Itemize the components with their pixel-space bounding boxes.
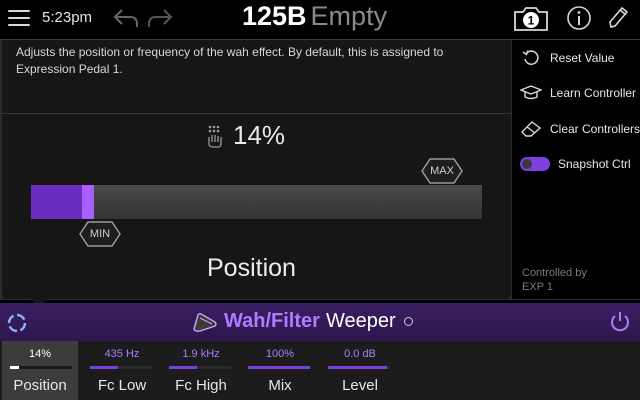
clear-controllers-label: Clear Controllers <box>550 122 640 136</box>
clock: 5:23pm <box>42 9 93 26</box>
min-marker[interactable]: MIN <box>79 221 121 247</box>
undo-icon[interactable] <box>112 6 140 30</box>
learn-controller-icon <box>520 82 542 104</box>
model-bar: Wah/Filter Weeper <box>0 303 640 341</box>
cycle-icon[interactable] <box>5 311 29 335</box>
redo-icon[interactable] <box>146 6 174 30</box>
value-readout: 14% <box>207 120 285 151</box>
preset-id: 125B <box>242 1 307 31</box>
learn-controller-button[interactable]: Learn Controller <box>520 82 636 104</box>
parameter-strip: 14% Position 435 Hz Fc Low 1.9 kHz Fc Hi… <box>0 341 640 400</box>
model-title[interactable]: Wah/Filter Weeper <box>192 310 413 333</box>
param-mix[interactable]: 100% Mix <box>240 341 320 400</box>
reset-value-button[interactable]: Reset Value <box>520 47 614 69</box>
param-bar <box>10 366 72 369</box>
param-fc-low[interactable]: 435 Hz Fc Low <box>82 341 162 400</box>
max-label: MAX <box>430 165 454 177</box>
param-name: Fc High <box>175 377 227 394</box>
controlled-by-info: Controlled by EXP 1 <box>522 266 632 294</box>
max-marker[interactable]: MAX <box>421 158 463 184</box>
toggle-switch[interactable] <box>520 157 550 171</box>
param-name: Position <box>13 377 67 394</box>
param-level[interactable]: 0.0 dB Level <box>320 341 400 400</box>
param-value: 435 Hz <box>104 348 140 360</box>
divider <box>2 113 511 114</box>
preset-name: Empty <box>310 1 388 31</box>
param-bar-fill <box>248 366 310 369</box>
param-name: Level <box>342 377 378 394</box>
snapshot-icon[interactable]: 1 <box>512 5 550 33</box>
eraser-icon <box>520 118 542 140</box>
slider-fill <box>31 185 82 219</box>
preset-title[interactable]: 125B Empty <box>242 1 387 32</box>
param-value: 14% <box>28 348 52 360</box>
model-name: Weeper <box>325 310 396 332</box>
power-icon[interactable] <box>608 310 632 334</box>
param-value: 100% <box>265 348 295 360</box>
model-category: Wah/Filter <box>224 310 320 332</box>
info-icon[interactable] <box>566 5 592 31</box>
parameter-detail: Adjusts the position or frequency of the… <box>2 40 511 299</box>
param-bar-fill <box>169 366 197 369</box>
reset-icon <box>520 47 542 69</box>
param-bar <box>90 366 152 369</box>
menu-icon[interactable] <box>8 9 30 27</box>
position-slider[interactable] <box>31 185 482 219</box>
context-menu: Reset Value Learn Controller Clear Contr… <box>512 40 640 299</box>
controlled-by-source: EXP 1 <box>522 281 553 293</box>
snapshot-ctrl-label: Snapshot Ctrl <box>558 157 631 171</box>
slider-thumb[interactable] <box>82 185 94 219</box>
clear-controllers-button[interactable]: Clear Controllers <box>520 118 640 140</box>
parameter-description: Adjusts the position or frequency of the… <box>16 45 444 76</box>
param-bar-fill <box>10 366 19 369</box>
parameter-name: Position <box>207 254 296 282</box>
param-bar <box>169 366 231 369</box>
snapshot-ctrl-toggle[interactable]: Snapshot Ctrl <box>520 153 631 175</box>
param-bar-fill <box>328 366 387 369</box>
min-label: MIN <box>89 228 111 240</box>
param-bar <box>248 366 310 369</box>
learn-controller-label: Learn Controller <box>550 86 637 100</box>
controlled-by-label: Controlled by <box>522 267 587 279</box>
top-bar: 5:23pm 125B Empty 1 <box>0 0 640 38</box>
param-position[interactable]: 14% Position <box>2 341 78 400</box>
param-bar-fill <box>90 366 118 369</box>
param-value: 0.0 dB <box>344 348 376 360</box>
param-name: Mix <box>268 377 292 394</box>
param-bar <box>328 366 390 369</box>
reset-value-label: Reset Value <box>550 51 615 65</box>
expression-pedal-icon <box>208 125 222 148</box>
snapshot-number: 1 <box>528 14 535 28</box>
value-text: 14% <box>233 120 286 150</box>
parameter-editor-panel: Adjusts the position or frequency of the… <box>0 39 640 307</box>
param-name: Fc Low <box>97 377 147 394</box>
model-options-icon[interactable] <box>403 317 413 326</box>
wah-pedal-icon <box>193 312 217 332</box>
param-fc-high[interactable]: 1.9 kHz Fc High <box>161 341 241 400</box>
pencil-icon[interactable] <box>606 5 630 31</box>
param-value: 1.9 kHz <box>182 348 220 360</box>
